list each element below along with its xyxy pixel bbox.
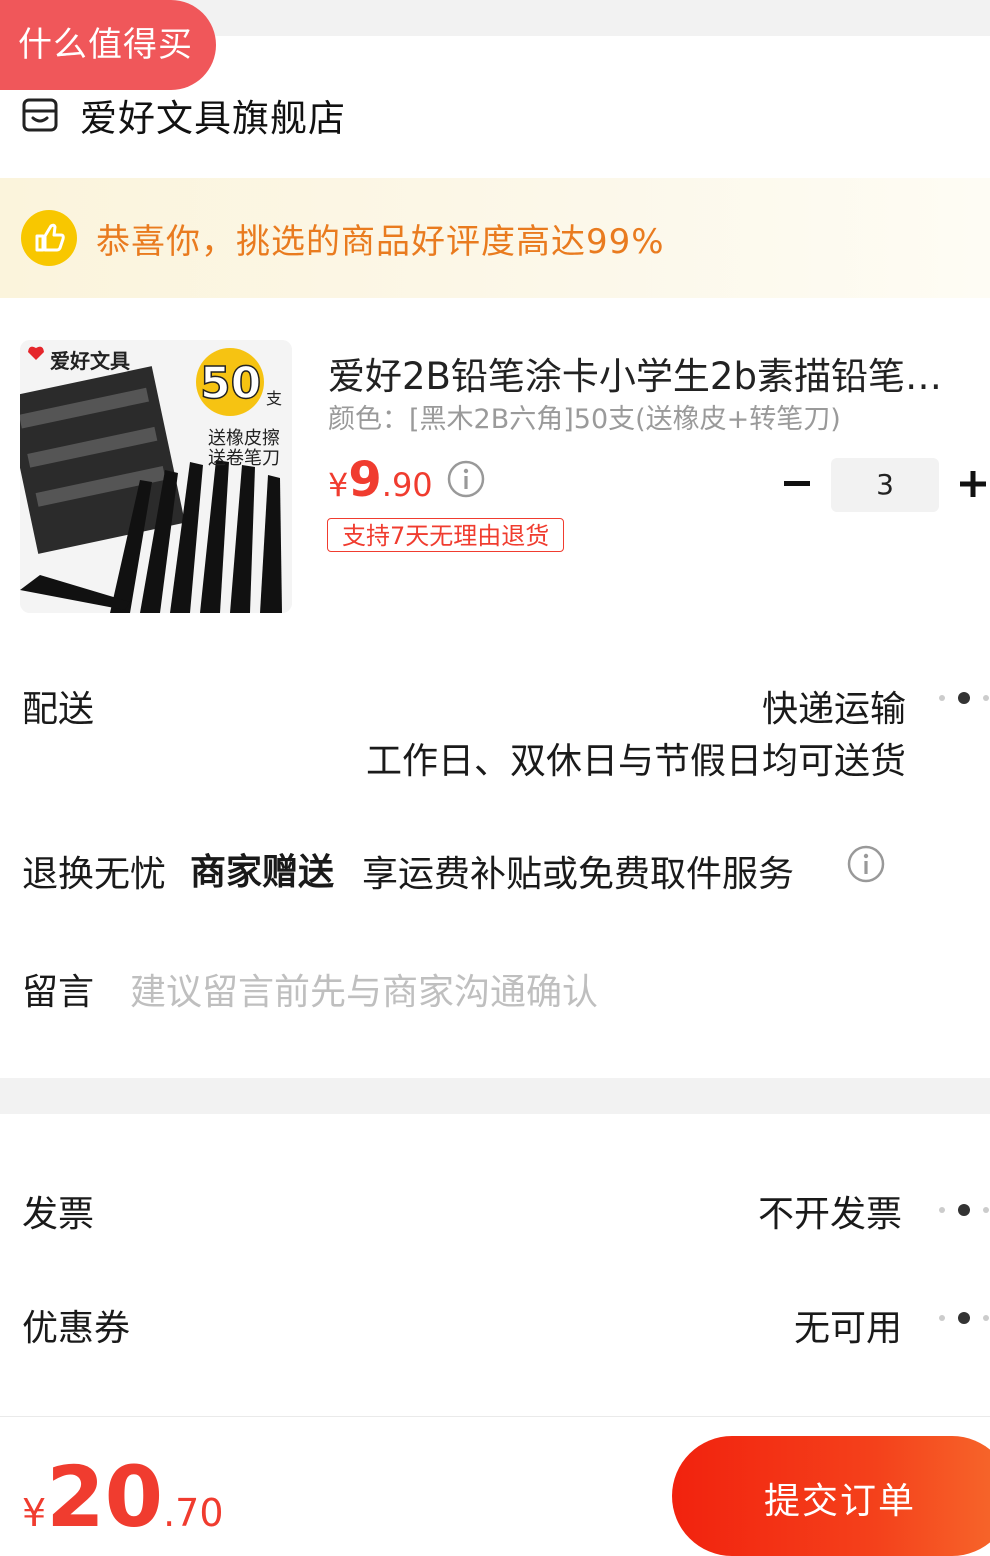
rating-banner: 恭喜你，挑选的商品好评度高达99% [0, 178, 990, 298]
store-name: 爱好文具旗舰店 [80, 97, 346, 140]
delivery-method[interactable]: 快递运输 [762, 680, 906, 732]
total-price: ¥ 20 .70 [22, 1448, 224, 1546]
total-symbol: ¥ [22, 1491, 47, 1535]
image-gift1-text: 送橡皮擦 [208, 428, 280, 449]
coupon-label: 优惠券 [22, 1308, 131, 1349]
more-dots-icon[interactable] [935, 1200, 990, 1220]
store-icon [22, 98, 58, 132]
invoice-value[interactable]: 不开发票 [758, 1185, 902, 1237]
minus-icon [784, 481, 810, 486]
quantity-minus-button[interactable] [780, 462, 814, 506]
delivery-detail: 工作日、双休日与节假日均可送货 [365, 741, 906, 782]
section-divider [0, 1078, 990, 1114]
returns-detail: 享运费补贴或免费取件服务 [362, 854, 795, 895]
coupon-value[interactable]: 无可用 [794, 1299, 902, 1351]
submit-order-button[interactable]: 提交订单 [672, 1436, 990, 1556]
delivery-label: 配送 [22, 689, 95, 730]
unit-price: ¥ 9 .90 [328, 452, 433, 508]
message-input[interactable]: 建议留言前先与商家沟通确认 [130, 963, 598, 1015]
image-unit-text: 支 [266, 389, 282, 408]
price-symbol: ¥ [328, 466, 349, 504]
total-decimal: .70 [163, 1491, 224, 1535]
invoice-label: 发票 [22, 1194, 95, 1235]
more-dots-icon[interactable] [935, 1308, 990, 1328]
product-title[interactable]: 爱好2B铅笔涂卡小学生2b素描铅笔… [328, 346, 973, 400]
smzdm-badge[interactable]: 什么值得买 [0, 0, 216, 90]
banner-text: 恭喜你，挑选的商品好评度高达99% [96, 221, 665, 262]
price-decimal: .90 [381, 466, 433, 504]
product-image[interactable]: 爱好文具 50 支 送橡皮擦 送卷笔刀 [20, 340, 292, 613]
price-integer: 9 [348, 452, 382, 508]
total-integer: 20 [46, 1448, 164, 1546]
store-row[interactable]: 爱好文具旗舰店 [22, 95, 346, 140]
plus-icon [960, 471, 986, 497]
image-brand-text: 爱好文具 [50, 349, 130, 373]
pencil-product-image: 爱好文具 50 支 送橡皮擦 送卷笔刀 [20, 340, 292, 613]
product-spec[interactable]: 颜色：[黑木2B六角]50支(送橡皮+转笔刀) [328, 397, 841, 436]
image-gift2-text: 送卷笔刀 [208, 448, 280, 469]
returns-merchant: 商家赠送 [190, 852, 335, 893]
returns-label: 退换无忧 [22, 854, 167, 895]
price-info-icon[interactable] [447, 460, 485, 498]
more-dots-icon[interactable] [935, 688, 990, 708]
quantity-plus-button[interactable] [956, 462, 990, 506]
message-label: 留言 [22, 972, 95, 1013]
footer-divider [0, 1416, 990, 1417]
image-count-text: 50 [200, 358, 261, 409]
quantity-input[interactable]: 3 [831, 458, 939, 512]
thumbs-up-icon [21, 210, 77, 266]
return-policy-tag: 支持7天无理由退货 [327, 518, 565, 552]
returns-info-icon[interactable] [847, 845, 885, 883]
